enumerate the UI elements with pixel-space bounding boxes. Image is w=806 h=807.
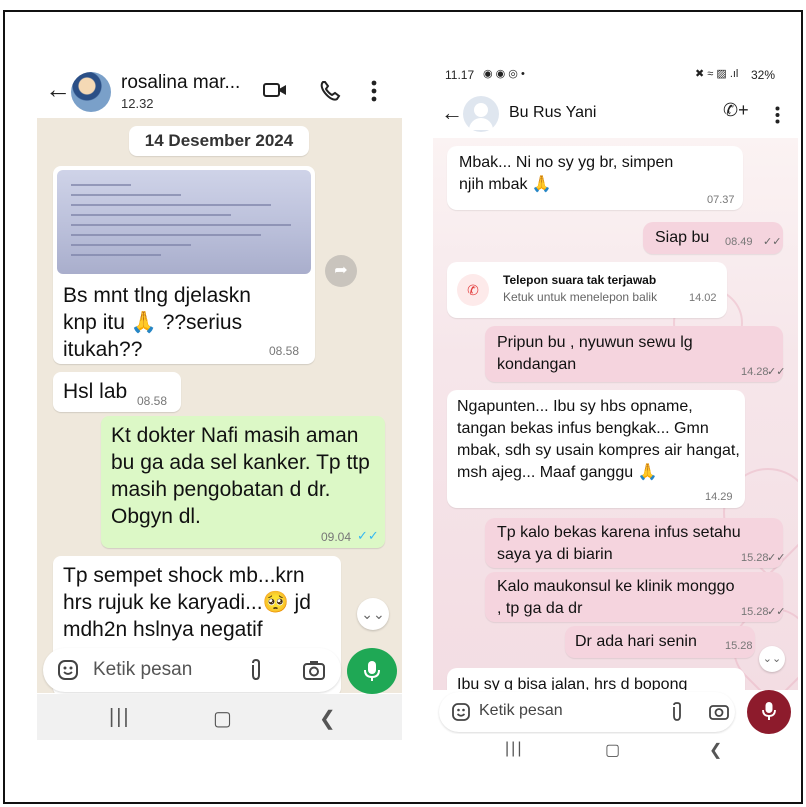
message-text: Tp kalo bekas karena infus setahu saya y… — [497, 524, 741, 563]
recent-apps-icon[interactable]: ||| — [505, 740, 523, 758]
forward-icon[interactable]: ➦ — [325, 255, 357, 287]
attach-icon[interactable] — [249, 659, 263, 681]
home-icon[interactable]: ▢ — [213, 706, 232, 731]
missed-call-subtitle: Ketuk untuk menelepon balik — [503, 290, 658, 304]
message-time: 08.58 — [137, 394, 168, 408]
system-nav-bar: ||| ▢ ❮ — [433, 734, 798, 770]
video-call-icon[interactable] — [263, 80, 287, 100]
mic-button[interactable] — [747, 690, 791, 734]
message-text: Kalo maukonsul ke klinik monggo , tp ga … — [497, 578, 735, 617]
avatar[interactable] — [463, 96, 499, 132]
message-bubble[interactable]: Kt dokter Nafi masih aman bu ga ada sel … — [101, 416, 385, 548]
message-time: 09.04 — [321, 530, 352, 544]
input-placeholder: Ketik pesan — [479, 702, 563, 719]
message-text: Pripun bu , nyuwun sewu lg kondangan — [497, 334, 693, 373]
avatar[interactable] — [71, 72, 111, 112]
phone-icon[interactable] — [319, 80, 341, 102]
emoji-icon[interactable] — [57, 659, 79, 681]
contact-name[interactable]: rosalina mar... — [121, 72, 240, 94]
message-time: 08.49 — [725, 236, 753, 248]
message-text: Ibu sy g bisa jalan, hrs d bopong — [457, 676, 688, 690]
status-time: 11.17 — [445, 68, 475, 82]
right-phone-screen: 11.17 ◉ ◉ ◎ • ✖ ≈ ▨ .ıl 32% ← Bu Rus Yan… — [433, 60, 798, 770]
notification-icons: ◉ ◉ ◎ • — [483, 68, 525, 80]
more-vert-icon[interactable] — [775, 106, 780, 124]
mic-button[interactable] — [347, 648, 397, 694]
back-arrow-icon[interactable]: ← — [45, 74, 71, 105]
message-text: Mbak... Ni no sy yg br, simpen njih mbak… — [459, 154, 674, 193]
message-time: 14.29 — [705, 491, 733, 503]
camera-icon[interactable] — [303, 660, 325, 680]
message-text: Kt dokter Nafi masih aman bu ga ada sel … — [111, 424, 370, 528]
home-icon[interactable]: ▢ — [605, 740, 620, 760]
more-vert-icon[interactable] — [371, 80, 377, 102]
message-text: Ngapunten... Ibu sy hbs opname, tangan b… — [457, 398, 740, 481]
message-input[interactable]: Ketik pesan — [439, 692, 735, 732]
scroll-down-icon[interactable]: ⌄⌄ — [357, 598, 389, 630]
read-receipt-icon: ✓✓ — [767, 366, 786, 378]
message-text: Tp sempet shock mb...krn hrs rujuk ke ka… — [63, 564, 311, 641]
camera-icon[interactable] — [709, 703, 729, 721]
message-time: 15.28 — [741, 552, 769, 564]
message-time: 07.37 — [707, 194, 735, 206]
message-bubble[interactable]: Pripun bu , nyuwun sewu lg kondangan 14.… — [485, 326, 786, 382]
status-bar: 11.17 ◉ ◉ ◎ • ✖ ≈ ▨ .ıl 32% — [433, 60, 798, 90]
chat-area[interactable]: Mbak... Ni no sy yg br, simpen njih mbak… — [433, 138, 798, 690]
back-arrow-icon[interactable]: ← — [441, 100, 463, 126]
message-time: 15.28 — [741, 606, 769, 618]
message-bubble[interactable]: Mbak... Ni no sy yg br, simpen njih mbak… — [447, 146, 743, 210]
message-text: Hsl lab — [63, 380, 128, 403]
message-bubble[interactable]: Ngapunten... Ibu sy hbs opname, tangan b… — [447, 390, 745, 508]
chat-header: ← Bu Rus Yani ✆+ — [433, 90, 798, 138]
back-nav-icon[interactable]: ❮ — [319, 706, 336, 731]
lab-result-photo[interactable] — [57, 170, 311, 274]
add-call-icon[interactable]: ✆+ — [723, 100, 749, 121]
input-placeholder: Ketik pesan — [93, 659, 193, 680]
attach-icon[interactable] — [671, 702, 683, 722]
message-bubble[interactable]: Hsl lab 08.58 — [53, 372, 181, 412]
chat-area[interactable]: 14 Desember 2024 Bs mnt tlng djelaskn kn… — [37, 118, 402, 693]
signal-icons: ✖ ≈ ▨ .ıl — [695, 68, 739, 80]
message-bubble[interactable]: Siap bu 08.49 ✓✓ — [643, 222, 783, 254]
missed-call-title: Telepon suara tak terjawab — [503, 273, 657, 287]
back-nav-icon[interactable]: ❮ — [709, 740, 722, 760]
message-time: 08.58 — [269, 344, 300, 358]
mic-icon — [364, 661, 380, 681]
last-seen: 12.32 — [121, 96, 154, 111]
message-text: Siap bu — [655, 229, 710, 246]
date-chip: 14 Desember 2024 — [129, 126, 309, 156]
read-receipt-icon: ✓✓ — [357, 528, 379, 543]
message-bubble[interactable]: Ibu sy g bisa jalan, hrs d bopong — [447, 668, 745, 690]
left-phone-screen: ← rosalina mar... 12.32 14 Desember 2024 — [37, 60, 402, 740]
read-receipt-icon: ✓✓ — [763, 236, 782, 248]
message-time: 14.28 — [741, 366, 769, 378]
message-text: Dr ada hari senin — [575, 633, 697, 650]
battery-level: 32% — [751, 68, 776, 82]
message-bubble[interactable]: Kalo maukonsul ke klinik monggo , tp ga … — [485, 572, 786, 622]
recent-apps-icon[interactable]: ||| — [109, 706, 131, 729]
mic-icon — [762, 702, 776, 720]
chat-header: ← rosalina mar... 12.32 — [37, 60, 402, 118]
read-receipt-icon: ✓✓ — [767, 552, 786, 564]
missed-call-icon: ✆ — [457, 274, 489, 306]
message-text: Bs mnt tlng djelaskn knp itu 🙏 ??serius … — [63, 284, 251, 361]
message-bubble[interactable]: Dr ada hari senin 15.28 — [565, 626, 755, 658]
message-bubble[interactable]: Bs mnt tlng djelaskn knp itu 🙏 ??serius … — [53, 166, 315, 364]
missed-call-card[interactable]: ✆ Telepon suara tak terjawab Ketuk untuk… — [447, 262, 727, 318]
contact-name[interactable]: Bu Rus Yani — [509, 104, 596, 122]
scroll-down-icon[interactable]: ⌄⌄ — [759, 646, 785, 672]
message-bubble[interactable]: Tp kalo bekas karena infus setahu saya y… — [485, 518, 786, 568]
emoji-icon[interactable] — [451, 702, 471, 722]
system-nav-bar: ||| ▢ ❮ — [37, 694, 402, 740]
read-receipt-icon: ✓✓ — [767, 606, 786, 618]
message-input[interactable]: Ketik pesan — [43, 648, 341, 692]
message-time: 14.02 — [689, 292, 717, 304]
message-time: 15.28 — [725, 640, 753, 652]
